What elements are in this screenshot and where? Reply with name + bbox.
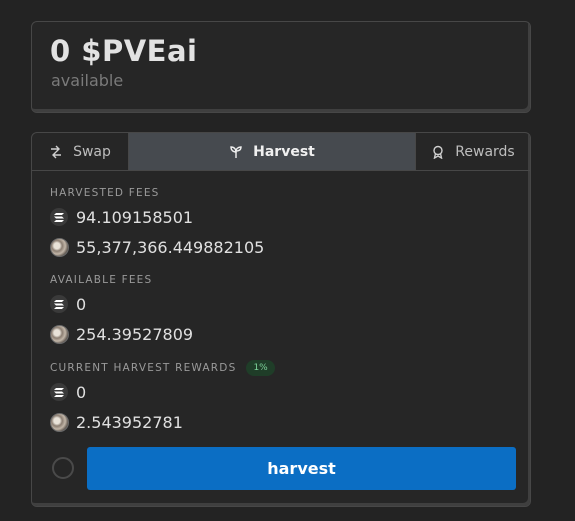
reward-rate-badge: 1% bbox=[246, 360, 275, 376]
tab-rewards-label: Rewards bbox=[455, 143, 515, 160]
available-token-row: 254.39527809 bbox=[50, 324, 193, 344]
tab-swap-label: Swap bbox=[73, 143, 111, 160]
available-token-value: 254.39527809 bbox=[76, 324, 194, 344]
harvested-sol-row: 94.109158501 bbox=[50, 207, 193, 227]
loading-spinner-icon bbox=[52, 457, 74, 479]
solana-icon bbox=[50, 295, 68, 313]
harvested-token-value: 55,377,366.449882105 bbox=[76, 237, 265, 257]
tab-bar: Swap Harvest Rewards bbox=[32, 133, 530, 171]
balance-card: 0 $PVEai available bbox=[31, 21, 531, 113]
harvest-card: Swap Harvest Rewards HARVESTED FEES 94.1… bbox=[31, 132, 531, 507]
current-rewards-header: CURRENT HARVEST REWARDS 1% bbox=[50, 360, 275, 376]
harvested-fees-label: HARVESTED FEES bbox=[50, 187, 160, 199]
rewards-token-row: 2.543952781 bbox=[50, 412, 183, 432]
balance-caption: available bbox=[51, 71, 124, 90]
pveai-token-icon bbox=[50, 324, 69, 344]
tab-rewards[interactable]: Rewards bbox=[415, 133, 530, 170]
tab-harvest-label: Harvest bbox=[253, 143, 315, 160]
harvested-sol-value: 94.109158501 bbox=[76, 207, 194, 227]
swap-icon bbox=[51, 145, 62, 158]
current-rewards-label: CURRENT HARVEST REWARDS bbox=[50, 362, 237, 374]
solana-icon bbox=[50, 383, 68, 401]
balance-amount: 0 $PVEai bbox=[50, 34, 198, 68]
harvest-button[interactable]: harvest bbox=[87, 447, 516, 490]
pveai-token-icon bbox=[50, 412, 69, 432]
available-sol-row: 0 bbox=[50, 294, 86, 314]
rewards-sol-value: 0 bbox=[76, 382, 87, 402]
solana-icon bbox=[50, 208, 68, 226]
rewards-sol-row: 0 bbox=[50, 382, 86, 402]
pveai-token-icon bbox=[50, 237, 69, 257]
tab-swap[interactable]: Swap bbox=[32, 133, 129, 170]
award-icon bbox=[433, 145, 443, 159]
sprout-icon bbox=[230, 145, 242, 158]
available-sol-value: 0 bbox=[76, 294, 87, 314]
tab-harvest[interactable]: Harvest bbox=[129, 133, 415, 170]
rewards-token-value: 2.543952781 bbox=[76, 412, 183, 432]
available-fees-label: AVAILABLE FEES bbox=[50, 274, 153, 286]
harvested-token-row: 55,377,366.449882105 bbox=[50, 237, 264, 257]
